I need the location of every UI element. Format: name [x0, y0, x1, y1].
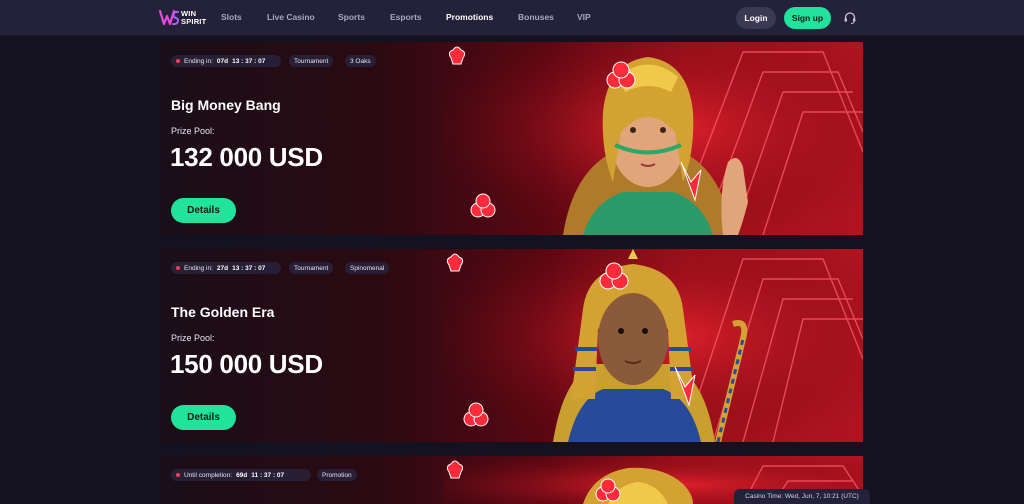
signup-button[interactable]: Sign up — [784, 7, 831, 29]
tag-chip: Spinomenal — [345, 262, 390, 274]
prize-value: 150 000 USD — [170, 349, 323, 379]
logo-line-2: SPIRIT — [181, 17, 207, 26]
promo-title: Big Money Bang — [171, 97, 281, 113]
tag-chip: Promotion — [317, 469, 357, 481]
promo-title: The Golden Era — [171, 304, 275, 320]
details-button[interactable]: Details — [171, 198, 236, 223]
countdown-days: 27d — [216, 264, 229, 272]
countdown-time: 13 : 37 : 07 — [232, 264, 266, 272]
nav-slots[interactable]: Slots — [221, 12, 242, 22]
countdown-time: 11 : 37 : 07 — [251, 471, 285, 479]
promo-banner-2: Ending in: 27d 13 : 37 : 07 Tournament S… — [160, 249, 863, 442]
nav-vip[interactable]: VIP — [577, 12, 591, 22]
nav-promotions[interactable]: Promotions — [446, 12, 493, 22]
details-button[interactable]: Details — [171, 405, 236, 430]
countdown-label: Ending in: — [184, 57, 213, 65]
win-spirit-logo[interactable]: WIN SPIRIT — [158, 7, 214, 29]
headset-icon[interactable] — [843, 11, 857, 25]
pharaoh-illustration — [443, 249, 863, 442]
login-button[interactable]: Login — [736, 7, 776, 29]
countdown-label: Until completion: — [184, 471, 233, 479]
nav-live-casino[interactable]: Live Casino — [267, 12, 315, 22]
countdown-days: 07d — [216, 57, 229, 65]
live-dot-icon — [176, 473, 180, 477]
tag-chip: Tournament — [289, 262, 334, 274]
countdown-days: 69d — [236, 471, 248, 479]
casino-time-indicator: Casino Time: Wed, Jun, 7, 10:21 (UTC) — [734, 489, 870, 504]
nav-sports[interactable]: Sports — [338, 12, 365, 22]
nav-esports[interactable]: Esports — [390, 12, 422, 22]
logo-wordmark: WIN SPIRIT — [181, 10, 215, 26]
tag-chip: 3 Oaks — [345, 55, 376, 67]
live-dot-icon — [176, 59, 180, 63]
countdown-chip: Ending in: 27d 13 : 37 : 07 — [171, 262, 281, 274]
countdown-chip: Until completion: 69d 11 : 37 : 07 — [171, 469, 311, 481]
prize-value: 132 000 USD — [170, 142, 323, 172]
tag-chip: Tournament — [289, 55, 334, 67]
live-dot-icon — [176, 266, 180, 270]
prize-label: Prize Pool: — [171, 126, 215, 136]
countdown-label: Ending in: — [184, 264, 213, 272]
logo-mark-icon — [158, 9, 180, 26]
top-header: WIN SPIRIT Slots Live Casino Sports Espo… — [0, 0, 1024, 36]
prize-label: Prize Pool: — [171, 333, 215, 343]
egyptian-queen-illustration — [443, 42, 863, 235]
promo-banner-1: Ending in: 07d 13 : 37 : 07 Tournament 3… — [160, 42, 863, 235]
countdown-time: 13 : 37 : 07 — [232, 57, 266, 65]
nav-bonuses[interactable]: Bonuses — [518, 12, 554, 22]
countdown-chip: Ending in: 07d 13 : 37 : 07 — [171, 55, 281, 67]
